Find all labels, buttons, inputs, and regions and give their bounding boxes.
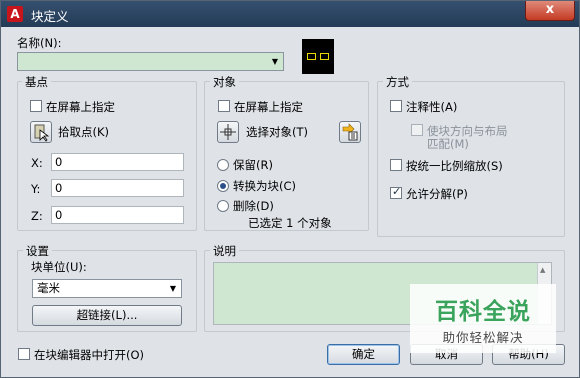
block-unit-label: 块单位(U): (31, 260, 87, 274)
quick-select-icon (342, 123, 358, 141)
behavior-title: 方式 (383, 74, 412, 90)
scale-uniformly-checkbox[interactable] (390, 159, 402, 171)
block-unit-select[interactable]: 毫米 ▼ (32, 279, 182, 298)
annotative-label: 注释性(A) (406, 100, 458, 114)
preview-shape-icon (307, 53, 316, 60)
convert-to-block-radio[interactable] (217, 180, 229, 192)
select-objects-label: 选择对象(T) (246, 125, 308, 139)
preview-shape-icon (320, 53, 329, 60)
quick-select-button[interactable] (339, 121, 361, 143)
close-button[interactable]: x (525, 1, 575, 21)
x-label: X: (31, 156, 43, 170)
annotative-checkbox[interactable] (390, 100, 402, 112)
scale-uniformly-label: 按统一比例缩放(S) (406, 159, 503, 173)
watermark-subtitle: 助你轻松解决 (442, 330, 524, 345)
block-preview-thumbnail (302, 39, 334, 74)
base-specify-on-screen-checkbox[interactable] (30, 100, 42, 112)
allow-exploding-checkbox[interactable] (390, 185, 402, 199)
match-orientation-checkbox[interactable] (411, 124, 423, 136)
base-point-title: 基点 (22, 74, 51, 90)
open-in-block-editor-checkbox[interactable] (18, 348, 30, 360)
scroll-up-icon[interactable]: ▲ (540, 266, 545, 274)
settings-title: 设置 (23, 243, 52, 259)
open-in-block-editor-label: 在块编辑器中打开(O) (34, 348, 145, 362)
z-coordinate-input[interactable]: 0 (51, 206, 184, 224)
watermark-title: 百科全说 (435, 299, 531, 325)
select-objects-button[interactable] (217, 121, 239, 143)
objects-title: 对象 (210, 74, 239, 90)
name-label: 名称(N): (17, 36, 62, 50)
title-bar[interactable]: A 块定义 x (1, 1, 579, 27)
chevron-down-icon[interactable]: ▼ (165, 280, 181, 297)
name-combobox[interactable]: ▼ (17, 52, 284, 71)
description-title: 说明 (210, 243, 239, 259)
crosshair-icon (220, 124, 236, 140)
x-coordinate-input[interactable]: 0 (51, 153, 184, 171)
pick-point-label: 拾取点(K) (58, 125, 110, 139)
chevron-down-icon[interactable]: ▼ (267, 53, 283, 70)
y-label: Y: (31, 182, 41, 196)
pick-point-icon (34, 124, 50, 142)
objects-specify-on-screen-label: 在屏幕上指定 (234, 100, 303, 114)
block-unit-value: 毫米 (37, 281, 60, 295)
window-title: 块定义 (31, 9, 69, 24)
autocad-app-icon: A (7, 6, 23, 22)
match-orientation-label-line2: 匹配(M) (427, 137, 469, 151)
hyperlink-button[interactable]: 超链接(L)... (32, 305, 182, 326)
pick-point-button[interactable] (30, 121, 52, 143)
delete-label: 删除(D) (233, 199, 274, 213)
selected-count-text: 已选定 1 个对象 (248, 216, 332, 230)
allow-exploding-label: 允许分解(P) (406, 187, 468, 201)
ok-button[interactable]: 确定 (327, 344, 400, 365)
watermark-overlay: 百科全说 助你轻松解决 (410, 284, 556, 353)
convert-to-block-label: 转换为块(C) (233, 179, 297, 193)
retain-label: 保留(R) (233, 158, 273, 172)
y-coordinate-input[interactable]: 0 (51, 179, 184, 197)
base-specify-on-screen-label: 在屏幕上指定 (46, 100, 115, 114)
objects-specify-on-screen-checkbox[interactable] (218, 100, 230, 112)
delete-radio[interactable] (217, 200, 229, 212)
block-definition-dialog: A 块定义 x 名称(N): ▼ 基点 在屏幕上指定 拾取点(K) X: 0 Y… (0, 0, 580, 378)
z-label: Z: (31, 209, 43, 223)
retain-radio[interactable] (217, 159, 229, 171)
